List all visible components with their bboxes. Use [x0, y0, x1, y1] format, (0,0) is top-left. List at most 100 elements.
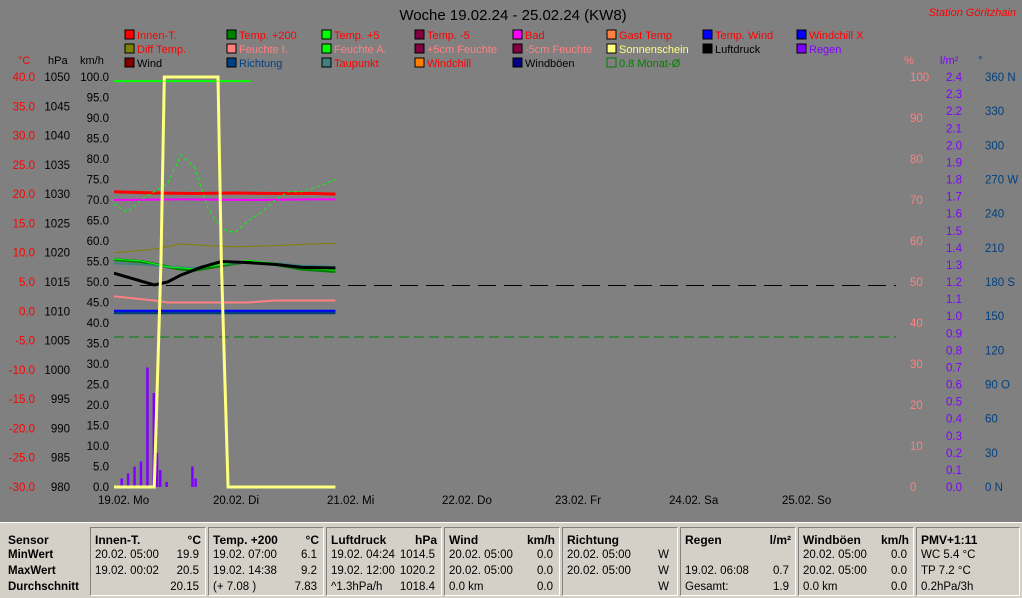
legend-item: 0.8 Monat-Ø [619, 58, 681, 70]
stat-cell-value: 6.1 [301, 549, 317, 561]
stat-cell-date: 19.02. 14:38 [213, 565, 277, 577]
legend-swatch [512, 43, 523, 54]
stat-panel-title: Regen [685, 533, 722, 547]
stat-cell-value: 0.0 [537, 549, 553, 561]
stat-cell-value: 7.83 [294, 581, 317, 593]
legend-swatch [606, 29, 617, 40]
stat-cell-date: 20.02. 05:00 [803, 549, 867, 561]
chart-title: Woche 19.02.24 - 25.02.24 (KW8) [399, 7, 626, 24]
legend-item: Feuchte A. [334, 44, 387, 56]
stat-panel-title: Richtung [567, 533, 619, 547]
kmh-tick-label: 85.0 [87, 134, 109, 146]
hpa-tick-label: 985 [51, 453, 70, 465]
legend-item: Bad [525, 30, 545, 42]
stat-cell-value: 0.0 [891, 549, 907, 561]
stat-cell-value: 0.7 [773, 565, 789, 577]
deg-tick-label: 30 [985, 448, 998, 460]
hpa-tick-label: 1000 [44, 365, 70, 377]
stat-cell-date: 20.02. 05:00 [567, 565, 631, 577]
kmh-tick-label: 20.0 [87, 400, 109, 412]
temp-tick-label: -25.0 [9, 453, 35, 465]
kmh-tick-label: 70.0 [87, 195, 109, 207]
stat-cell-value: 1.9 [773, 581, 789, 593]
rain-tick-label: 0.2 [946, 448, 962, 460]
x-axis-day-labels: 19.02. Mo 20.02. Di 21.02. Mi 22.02. Do 23.0… [98, 495, 831, 507]
kmh-tick-label: 95.0 [87, 93, 109, 105]
kmh-tick-label: 45.0 [87, 298, 109, 310]
legend-swatch [512, 57, 523, 68]
temp-tick-label: 0.0 [19, 306, 35, 318]
stat-cell-value: 1018.4 [399, 581, 435, 593]
kmh-tick-label: 15.0 [87, 421, 109, 433]
stat-panel-unit: km/h [880, 533, 909, 547]
stat-cell-value: 20.5 [176, 565, 199, 577]
pct-tick-label: 60 [910, 236, 923, 248]
stat-panel: Richtung 20.02. 05:00 W 20.02. 05:00 W W [562, 527, 678, 596]
day-label: 22.02. Do [442, 495, 492, 507]
stat-panel-title: Luftdruck [331, 533, 387, 547]
hpa-tick-label: 1020 [44, 248, 70, 260]
temp-tick-label: 35.0 [13, 101, 35, 113]
stat-cell-date: (+ 7.08 ) [213, 581, 257, 593]
stat-panel-title: Windböen [803, 533, 861, 547]
stat-cell-direction: W [658, 581, 669, 593]
legend-item: Wind [137, 58, 162, 70]
stat-panel: Temp. +200 °C 19.02. 07:00 6.1 19.02. 14:38 9… [208, 527, 324, 596]
rain-tick-label: 0.7 [946, 362, 962, 374]
row-label-max: MaxWert [8, 565, 56, 577]
axis-unit-labels: °C hPa km/h % l/m² ° [18, 55, 982, 67]
stat-cell-value: 1014.5 [399, 549, 435, 561]
rain-tick-label: 1.4 [946, 243, 963, 255]
kmh-tick-label: 65.0 [87, 216, 109, 228]
hpa-tick-label: 1010 [44, 306, 70, 318]
day-label: 24.02. Sa [669, 495, 719, 507]
rain-bar [191, 466, 194, 487]
day-label: 25.02. So [782, 495, 831, 507]
stat-cell-date: 19.02. 12:00 [331, 565, 395, 577]
deg-tick-label: 270 W [985, 175, 1018, 187]
series-line [113, 295, 336, 304]
pct-unit-label: % [904, 55, 914, 67]
row-label-min: MinWert [8, 549, 54, 561]
legend-item: Diff Temp. [137, 44, 186, 56]
rain-tick-label: 2.3 [946, 89, 962, 101]
rain-bar [126, 473, 130, 487]
stat-panel: Wind km/h 20.02. 05:00 0.0 20.02. 05:00 0.0 0.… [444, 527, 560, 596]
stat-cell-value: 0.0 [891, 565, 907, 577]
day-label: 21.02. Mi [327, 495, 374, 507]
stat-panel: Luftdruck hPa 19.02. 04:24 1014.5 19.02. 12:… [326, 527, 442, 596]
stat-cell-date: 20.02. 05:00 [449, 549, 513, 561]
stat-cell-value: 20.15 [170, 581, 199, 593]
hpa-tick-label: 995 [51, 394, 70, 406]
legend-item: Feuchte I. [239, 44, 288, 56]
kmh-tick-label: 10.0 [87, 441, 109, 453]
kmh-tick-label: 25.0 [87, 380, 109, 392]
legend-item: Windchill X [809, 30, 864, 42]
pct-tick-label: 0 [910, 482, 916, 494]
pct-tick-label: 70 [910, 195, 923, 207]
legend-swatch [124, 57, 135, 68]
rain-tick-label: 0.5 [946, 397, 962, 409]
legend-item: Taupunkt [334, 58, 379, 70]
rain-bar [194, 478, 197, 487]
pct-tick-label: 100 [910, 72, 929, 84]
stat-cell-direction: W [658, 549, 669, 561]
temp-tick-label: -10.0 [9, 365, 35, 377]
stat-cell-direction: W [658, 565, 669, 577]
deg-tick-label: 60 [985, 414, 998, 426]
stat-cell-value: 0.0 [537, 565, 553, 577]
stat-panel-title: PMV+1:11 [921, 533, 978, 547]
temp-tick-label: 40.0 [13, 72, 35, 84]
deg-tick-label: 330 [985, 106, 1004, 118]
legend-item: -5cm Feuchte [525, 44, 592, 56]
rain-tick-label: 2.2 [946, 106, 962, 118]
legend-swatch [796, 43, 807, 54]
kmh-tick-label: 90.0 [87, 113, 109, 125]
plot-area [113, 75, 896, 489]
rain-bar [146, 367, 149, 487]
legend-item: Sonnenschein [619, 44, 689, 56]
stat-cell-date: 19.02. 06:08 [685, 565, 749, 577]
temp-unit-label: °C [18, 55, 30, 67]
legend-swatch [702, 29, 713, 40]
stat-panel-unit: km/h [526, 533, 555, 547]
